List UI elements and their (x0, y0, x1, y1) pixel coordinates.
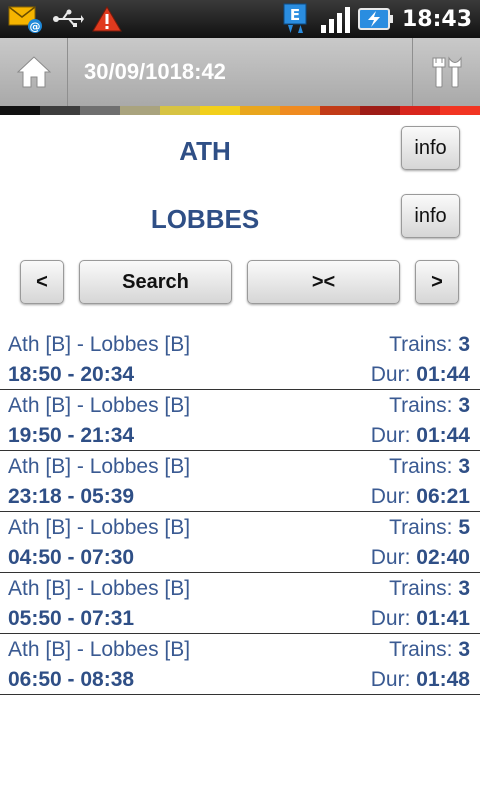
results-list: Ath [B] - Lobbes [B] Trains: 3 18:50 - 20:… (0, 329, 480, 695)
result-times: 06:50 - 08:38 (8, 668, 135, 691)
previous-button[interactable]: < (20, 260, 64, 304)
app-header: 30/09/10 18:42 (0, 38, 480, 106)
result-times: 04:50 - 07:30 (8, 546, 135, 569)
trains-label: Trains: (389, 455, 453, 478)
stripe-segment (320, 106, 360, 115)
trains-count: 3 (458, 394, 470, 417)
swap-stations-button[interactable]: >< (247, 260, 400, 304)
result-route: Ath [B] - Lobbes [B] (8, 455, 191, 478)
result-trains: Trains: 5 (389, 516, 470, 540)
stripe-segment (280, 106, 320, 115)
result-route: Ath [B] - Lobbes [B] (8, 394, 191, 417)
color-stripe (0, 106, 480, 115)
status-bar: @ E 18:43 (0, 0, 480, 38)
result-route: Ath [B] - Lobbes [B] (8, 638, 191, 661)
result-route: Ath [B] - Lobbes [B] (8, 333, 191, 356)
result-trains: Trains: 3 (389, 333, 470, 357)
duration-label: Dur: (370, 424, 411, 447)
duration-label: Dur: (370, 607, 411, 630)
result-row[interactable]: Ath [B] - Lobbes [B] Trains: 3 18:50 - 20:… (0, 329, 480, 390)
result-duration: Dur: 01:41 (371, 607, 470, 631)
edge-data-icon: E (282, 3, 312, 35)
duration-value: 01:48 (416, 668, 470, 691)
stripe-segment (400, 106, 440, 115)
duration-value: 02:40 (416, 546, 470, 569)
to-station-name[interactable]: LOBBES (0, 194, 410, 244)
status-bar-time: 18:43 (401, 6, 472, 32)
result-trains: Trains: 3 (389, 394, 470, 418)
stripe-segment (360, 106, 400, 115)
trains-label: Trains: (389, 577, 453, 600)
duration-value: 01:44 (416, 424, 470, 447)
result-duration: Dur: 06:21 (371, 485, 470, 509)
result-trains: Trains: 3 (389, 577, 470, 601)
search-button[interactable]: Search (79, 260, 232, 304)
trains-count: 5 (458, 516, 470, 539)
result-times: 05:50 - 07:31 (8, 607, 135, 630)
duration-label: Dur: (370, 546, 411, 569)
stripe-segment (120, 106, 160, 115)
result-row[interactable]: Ath [B] - Lobbes [B] Trains: 3 06:50 - 08:… (0, 634, 480, 695)
duration-label: Dur: (370, 363, 411, 386)
result-row[interactable]: Ath [B] - Lobbes [B] Trains: 3 19:50 - 21:… (0, 390, 480, 451)
trains-count: 3 (458, 455, 470, 478)
trains-label: Trains: (389, 638, 453, 661)
header-datetime: 30/09/10 18:42 (84, 38, 226, 106)
result-trains: Trains: 3 (389, 638, 470, 662)
result-route: Ath [B] - Lobbes [B] (8, 516, 191, 539)
from-info-button[interactable]: info (401, 126, 460, 170)
duration-value: 01:44 (416, 363, 470, 386)
stripe-segment (440, 106, 480, 115)
header-time: 18:42 (169, 59, 226, 84)
email-notification-icon: @ (8, 4, 44, 34)
trains-label: Trains: (389, 333, 453, 356)
status-bar-notifications: @ (8, 4, 122, 34)
duration-label: Dur: (370, 485, 411, 508)
signal-icon (320, 5, 350, 33)
result-duration: Dur: 02:40 (371, 546, 470, 570)
trains-count: 3 (458, 577, 470, 600)
result-duration: Dur: 01:44 (371, 363, 470, 387)
result-times: 19:50 - 21:34 (8, 424, 135, 447)
result-duration: Dur: 01:48 (371, 668, 470, 692)
duration-value: 01:41 (416, 607, 470, 630)
stripe-segment (0, 106, 40, 115)
home-icon (16, 55, 52, 89)
next-button[interactable]: > (415, 260, 459, 304)
trains-label: Trains: (389, 516, 453, 539)
warning-icon (92, 5, 122, 33)
trains-count: 3 (458, 638, 470, 661)
header-date: 30/09/10 (84, 59, 170, 84)
trains-count: 3 (458, 333, 470, 356)
result-row[interactable]: Ath [B] - Lobbes [B] Trains: 3 23:18 - 05:… (0, 451, 480, 512)
from-station-name[interactable]: ATH (0, 126, 410, 176)
to-station-row: LOBBES info (0, 194, 480, 244)
result-row[interactable]: Ath [B] - Lobbes [B] Trains: 5 04:50 - 07:… (0, 512, 480, 573)
svg-text:E: E (290, 6, 300, 24)
tools-icon (430, 55, 464, 89)
from-station-row: ATH info (0, 126, 480, 176)
status-bar-system: E 18:43 (282, 3, 472, 35)
result-times: 18:50 - 20:34 (8, 363, 135, 386)
stripe-segment (80, 106, 120, 115)
svg-text:@: @ (30, 20, 41, 33)
stripe-segment (240, 106, 280, 115)
result-times: 23:18 - 05:39 (8, 485, 135, 508)
home-button[interactable] (0, 38, 68, 106)
result-duration: Dur: 01:44 (371, 424, 470, 448)
usb-icon (52, 7, 84, 31)
search-controls: < Search >< > (0, 260, 480, 306)
stripe-segment (40, 106, 80, 115)
to-info-button[interactable]: info (401, 194, 460, 238)
result-row[interactable]: Ath [B] - Lobbes [B] Trains: 3 05:50 - 07:… (0, 573, 480, 634)
settings-button[interactable] (412, 38, 480, 106)
result-route: Ath [B] - Lobbes [B] (8, 577, 191, 600)
trains-label: Trains: (389, 394, 453, 417)
battery-charging-icon (357, 7, 394, 31)
result-trains: Trains: 3 (389, 455, 470, 479)
stripe-segment (200, 106, 240, 115)
duration-label: Dur: (370, 668, 411, 691)
duration-value: 06:21 (416, 485, 470, 508)
stripe-segment (160, 106, 200, 115)
